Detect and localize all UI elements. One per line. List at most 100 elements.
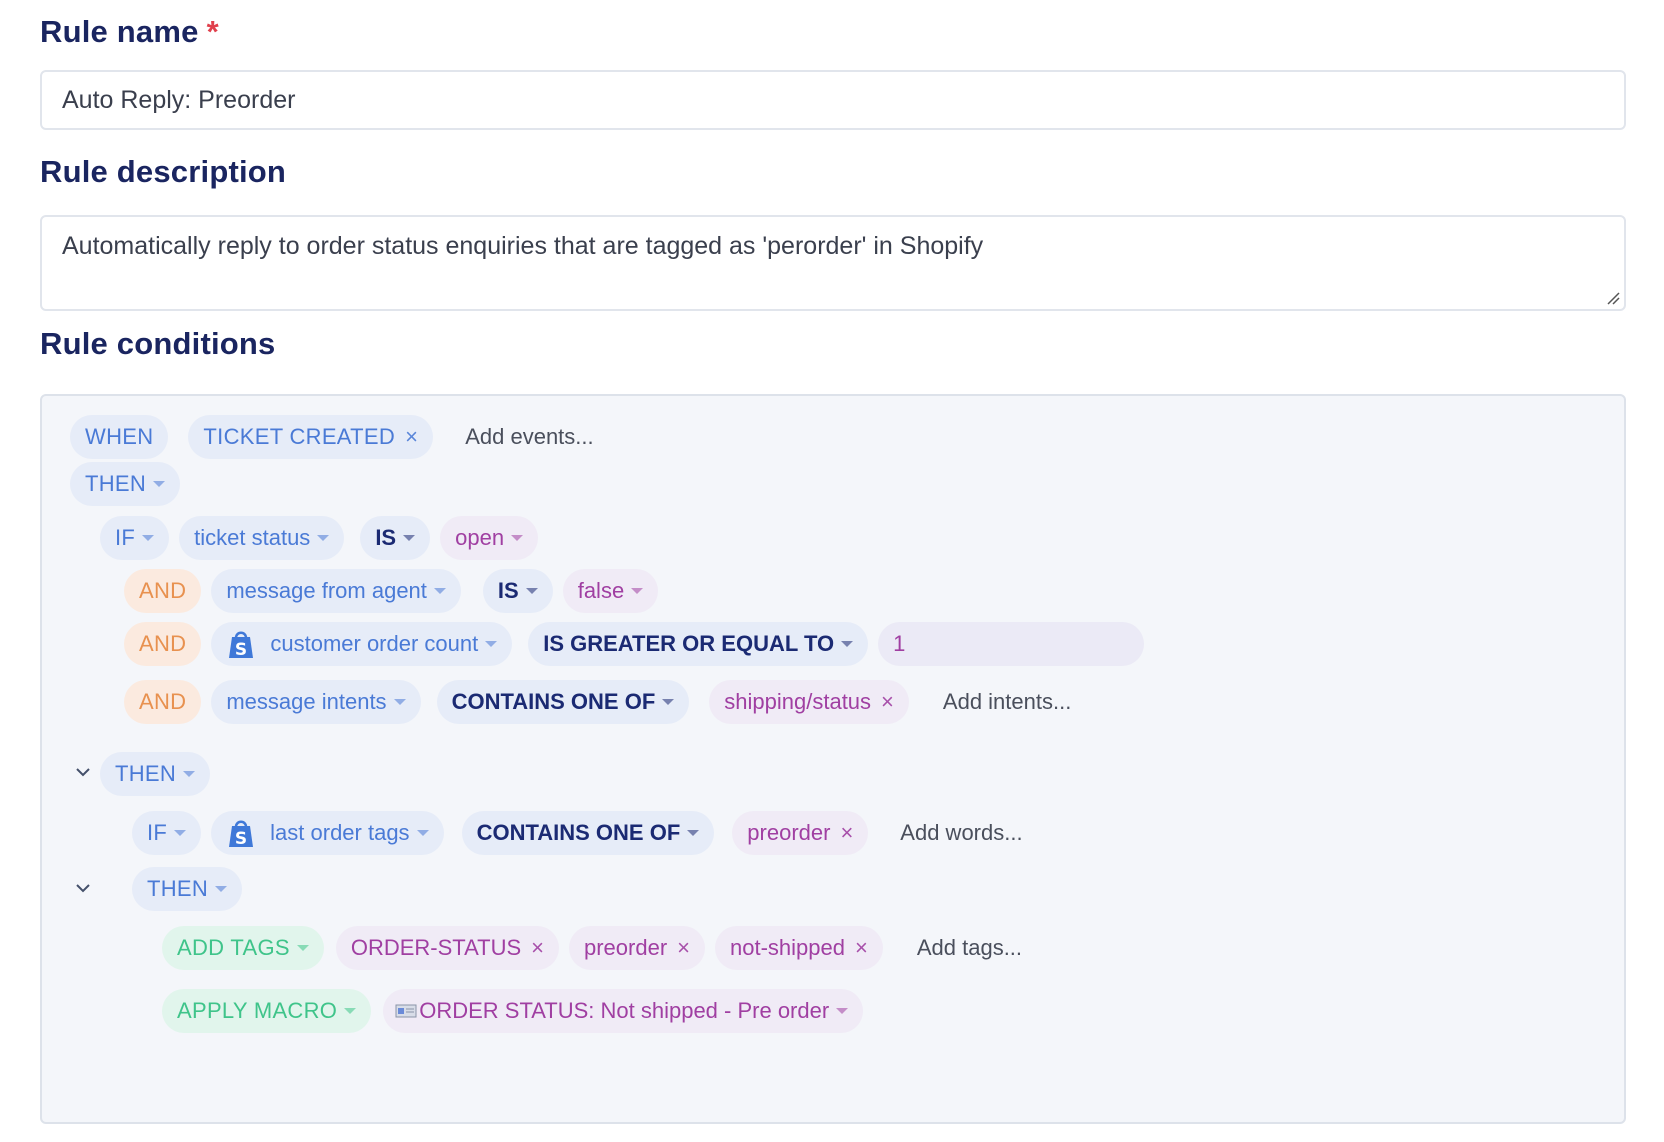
caret-down-icon: [687, 830, 700, 836]
caret-down-icon: [511, 535, 524, 541]
resize-handle-icon[interactable]: [1606, 291, 1620, 305]
then-select-3[interactable]: THEN: [132, 867, 243, 911]
when-row: WHEN TICKET CREATED × Add events...: [70, 414, 594, 460]
macro-text: ORDER STATUS: Not shipped - Pre order: [419, 998, 830, 1023]
chevron-down-icon[interactable]: [74, 766, 92, 778]
tag-text: preorder: [584, 935, 668, 960]
intent-chip-shipping-status[interactable]: shipping/status ×: [709, 680, 909, 724]
field-select-message-intents[interactable]: message intents: [211, 680, 421, 724]
tag-text: not-shipped: [730, 935, 845, 960]
remove-icon[interactable]: ×: [855, 935, 868, 961]
required-mark: *: [206, 14, 219, 49]
field-select-ticket-status[interactable]: ticket status: [179, 516, 345, 560]
then-text-3: THEN: [147, 876, 209, 901]
field-select-last-order-tags[interactable]: S last order tags: [211, 811, 444, 855]
value-text: false: [577, 578, 625, 603]
action-text: ADD TAGS: [177, 935, 290, 960]
caret-down-icon: [344, 1008, 357, 1014]
field-select-customer-order-count[interactable]: S customer order count: [211, 622, 513, 666]
caret-down-icon: [153, 481, 166, 487]
value-select-open[interactable]: open: [440, 516, 539, 560]
svg-text:S: S: [235, 640, 247, 660]
caret-down-icon: [183, 771, 196, 777]
caret-down-icon: [416, 830, 429, 836]
field-text: customer order count: [270, 631, 479, 656]
then-select-2[interactable]: THEN: [100, 752, 211, 796]
and-text-1: AND: [139, 578, 187, 603]
word-text: preorder: [747, 820, 831, 845]
if-text-2: IF: [147, 820, 168, 845]
word-chip-preorder[interactable]: preorder ×: [732, 811, 869, 855]
if-select-2[interactable]: IF: [132, 811, 202, 855]
operator-text: CONTAINS ONE OF: [451, 689, 656, 714]
operator-select-gte[interactable]: IS GREATER OR EQUAL TO: [528, 622, 869, 666]
operator-select-is-2[interactable]: IS: [482, 569, 553, 613]
rule-conditions-label: Rule conditions: [40, 326, 276, 361]
rule-description-label: Rule description: [40, 154, 287, 189]
if-select-1[interactable]: IF: [100, 516, 170, 560]
rule-name-input[interactable]: Auto Reply: Preorder: [40, 70, 1626, 130]
and-row-2: AND S customer order count IS GREATER OR…: [124, 621, 1154, 667]
when-keyword: WHEN: [70, 415, 169, 459]
caret-down-icon: [662, 699, 675, 705]
chevron-down-icon[interactable]: [74, 882, 92, 894]
tag-chip-preorder[interactable]: preorder ×: [569, 926, 706, 970]
add-tags-row: ADD TAGS ORDER-STATUS × preorder × not-shi…: [162, 925, 1022, 971]
operator-select-contains-1[interactable]: CONTAINS ONE OF: [436, 680, 690, 724]
action-select-apply-macro[interactable]: APPLY MACRO: [162, 989, 372, 1033]
macro-emoji-icon: [395, 1004, 417, 1018]
caret-down-icon: [841, 641, 854, 647]
if-row-2: IF S last order tags CONTAINS ONE OF pre…: [132, 810, 1023, 856]
caret-down-icon: [393, 699, 406, 705]
caret-down-icon: [403, 535, 416, 541]
operator-select-contains-2[interactable]: CONTAINS ONE OF: [461, 811, 715, 855]
macro-select[interactable]: ORDER STATUS: Not shipped - Pre order: [383, 989, 864, 1033]
add-tags-input[interactable]: Add tags...: [917, 935, 1022, 961]
remove-icon[interactable]: ×: [531, 935, 544, 961]
field-select-message-from-agent[interactable]: message from agent: [211, 569, 461, 613]
and-select-1[interactable]: AND: [124, 569, 202, 613]
then-row-1: THEN: [70, 461, 190, 507]
then-row-2: THEN: [100, 751, 220, 797]
operator-text: CONTAINS ONE OF: [476, 820, 681, 845]
when-keyword-text: WHEN: [85, 424, 154, 449]
tag-chip-not-shipped[interactable]: not-shipped ×: [715, 926, 883, 970]
and-select-3[interactable]: AND: [124, 680, 202, 724]
event-text: TICKET CREATED: [203, 424, 396, 449]
svg-text:S: S: [235, 829, 247, 849]
then-select-1[interactable]: THEN: [70, 462, 181, 506]
field-text: message intents: [226, 689, 387, 714]
then-text-1: THEN: [85, 471, 147, 496]
value-input-order-count[interactable]: 1: [878, 622, 1145, 666]
caret-down-icon: [485, 641, 498, 647]
field-text: last order tags: [270, 820, 410, 845]
action-select-add-tags[interactable]: ADD TAGS: [162, 926, 324, 970]
event-chip-ticket-created[interactable]: TICKET CREATED ×: [188, 415, 434, 459]
remove-icon[interactable]: ×: [677, 935, 690, 961]
operator-select-is-1[interactable]: IS: [360, 516, 431, 560]
rule-description-textarea[interactable]: Automatically reply to order status enqu…: [40, 215, 1626, 311]
add-words-input[interactable]: Add words...: [900, 820, 1022, 846]
shopify-icon: S: [229, 631, 254, 660]
and-select-2[interactable]: AND: [124, 622, 202, 666]
add-intents-input[interactable]: Add intents...: [943, 689, 1071, 715]
field-text: ticket status: [194, 525, 311, 550]
remove-icon[interactable]: ×: [840, 820, 853, 846]
caret-down-icon: [296, 945, 309, 951]
value-text: open: [455, 525, 505, 550]
field-text: message from agent: [226, 578, 427, 603]
rule-conditions-panel: WHEN TICKET CREATED × Add events... THEN …: [40, 394, 1626, 1124]
caret-down-icon: [215, 886, 228, 892]
and-row-1: AND message from agent IS false: [124, 568, 668, 614]
tag-chip-order-status[interactable]: ORDER-STATUS ×: [335, 926, 559, 970]
remove-icon[interactable]: ×: [881, 689, 894, 715]
remove-icon[interactable]: ×: [405, 424, 418, 450]
if-row-1: IF ticket status IS open: [100, 515, 548, 561]
then-row-3: THEN: [132, 866, 252, 912]
and-text-3: AND: [139, 689, 187, 714]
caret-down-icon: [631, 588, 644, 594]
value-select-false[interactable]: false: [562, 569, 659, 613]
add-events-input[interactable]: Add events...: [465, 424, 593, 450]
then-text-2: THEN: [115, 761, 177, 786]
caret-down-icon: [317, 535, 330, 541]
